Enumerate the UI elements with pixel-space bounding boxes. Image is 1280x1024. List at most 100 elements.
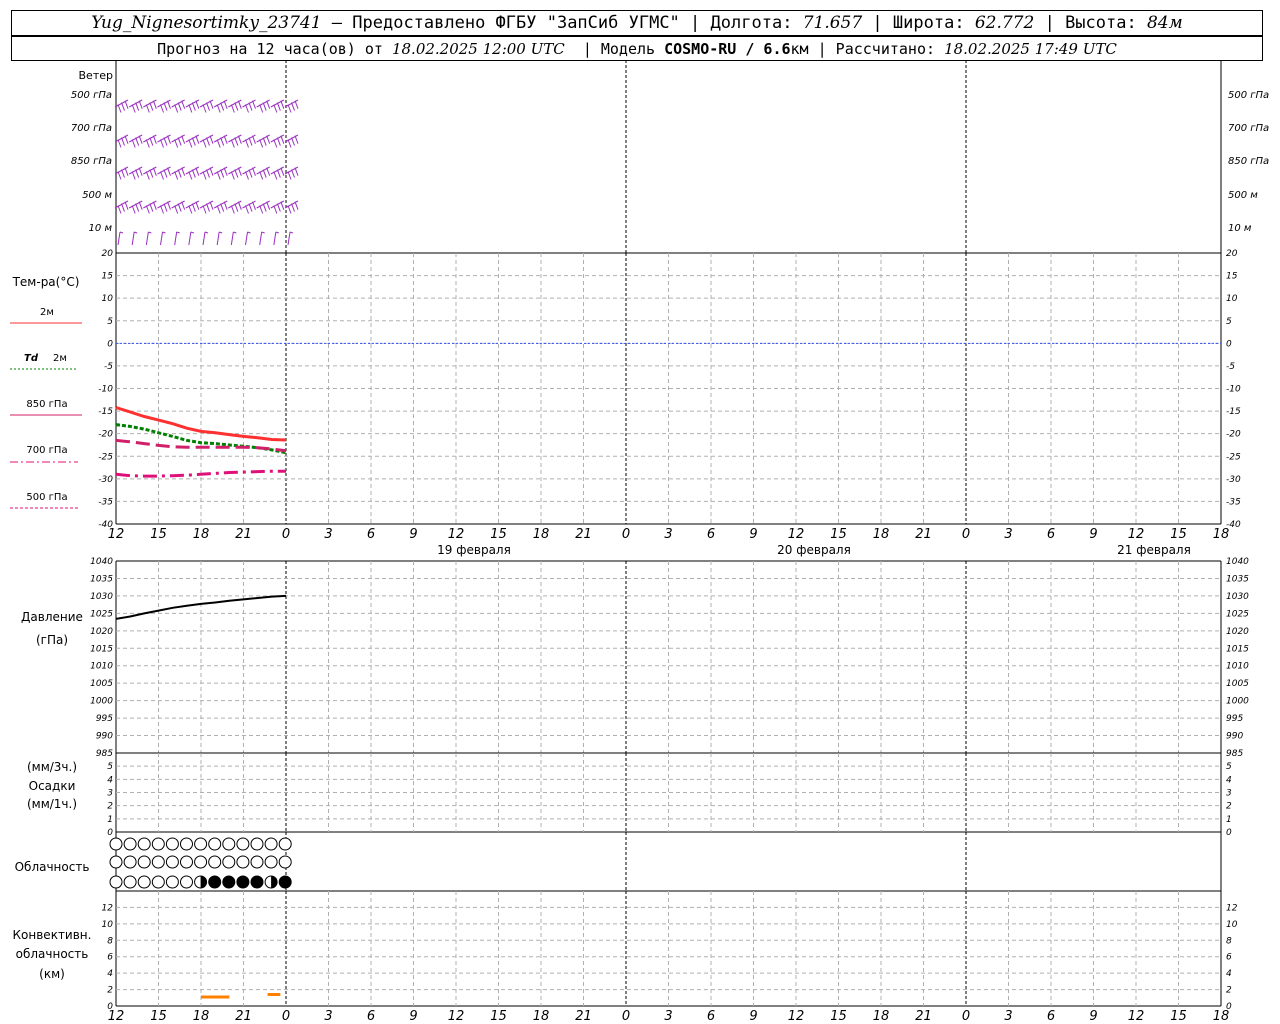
wind-level-label-right: 500 гПа bbox=[1228, 90, 1269, 101]
wind-barb-10m-feather bbox=[219, 231, 223, 234]
temp-ytick-right: 20 bbox=[1226, 249, 1238, 259]
wind-barb-feather bbox=[167, 135, 171, 144]
wind-barb-feather bbox=[220, 137, 225, 146]
wind-barb-feather bbox=[252, 100, 256, 109]
series-layer bbox=[109, 99, 1221, 999]
wind-barb-feather bbox=[245, 205, 249, 214]
wind-level-label-left: 500 м bbox=[82, 190, 112, 201]
wind-level-label-left: 500 гПа bbox=[71, 90, 112, 101]
x-tick-label: 0 bbox=[282, 527, 290, 542]
x-tick-label: 6 bbox=[367, 527, 375, 542]
wind-barb-feather bbox=[181, 100, 186, 109]
x-tick-label-bottom: 21 bbox=[235, 1009, 252, 1024]
wind-barb-feather bbox=[121, 203, 125, 212]
wind-barb-10m-feather bbox=[119, 231, 124, 234]
wind-barb-feather bbox=[131, 171, 136, 180]
cloud-symbol bbox=[165, 875, 179, 889]
x-tick-label-bottom: 0 bbox=[282, 1009, 290, 1024]
x-tick-label: 12 bbox=[448, 527, 465, 542]
wind-barb-feather bbox=[131, 139, 136, 148]
cloud-symbol bbox=[180, 855, 193, 869]
wind-barb-feather bbox=[195, 100, 200, 109]
temp-ytick-left: 10 bbox=[102, 294, 114, 304]
x-tick-label: 12 bbox=[788, 527, 805, 542]
wind-barb-feather bbox=[294, 167, 299, 176]
wind-level-label-right: 700 гПа bbox=[1228, 123, 1269, 134]
wind-barb-feather bbox=[202, 104, 207, 113]
wind-barb-feather bbox=[237, 201, 242, 210]
wind-barb-feather bbox=[273, 171, 278, 180]
x-tick-label: 21 bbox=[235, 527, 252, 542]
cloud-symbol bbox=[250, 875, 264, 889]
cloud-symbol bbox=[151, 855, 165, 869]
wind-barb-feather bbox=[245, 171, 249, 180]
cloud-symbol bbox=[208, 837, 222, 851]
legend-td2m-label: 2м bbox=[53, 353, 67, 364]
cloud-symbol bbox=[165, 855, 179, 869]
wind-barb-feather bbox=[291, 137, 295, 146]
wind-barb-feather bbox=[287, 205, 292, 214]
precip-ytick-left: 5 bbox=[107, 762, 113, 772]
wind-barb-feather bbox=[149, 137, 154, 146]
wind-barb-feather bbox=[216, 205, 221, 214]
wind-barb-feather bbox=[234, 137, 239, 146]
temp-ytick-right: -10 bbox=[1226, 385, 1241, 395]
pressure-unit: (гПа) bbox=[36, 633, 68, 647]
cloud-symbol bbox=[151, 837, 165, 851]
wind-barb-feather bbox=[124, 100, 129, 109]
pressure-ytick-right: 1010 bbox=[1226, 662, 1249, 672]
wind-barb-feather bbox=[117, 104, 122, 113]
x-tick-label: 18 bbox=[873, 527, 890, 542]
wind-barb-feather bbox=[145, 205, 150, 214]
wind-barb-feather bbox=[248, 169, 253, 178]
wind-barb-feather bbox=[195, 167, 200, 176]
wind-barb-10m-feather bbox=[148, 231, 152, 234]
temp-ytick-left: 20 bbox=[102, 249, 114, 259]
pressure-ytick-right: 1020 bbox=[1226, 627, 1249, 637]
conv-ytick-left: 4 bbox=[107, 969, 113, 979]
legend-td-label: Td bbox=[24, 353, 39, 364]
conv-title-2: облачность bbox=[16, 947, 89, 961]
wind-barb-feather bbox=[266, 167, 271, 176]
wind-barb-feather bbox=[220, 203, 225, 212]
precip-unit-3h: (мм/3ч.) bbox=[27, 760, 77, 774]
wind-barb-feather bbox=[294, 100, 299, 109]
wind-barb-feather bbox=[280, 135, 285, 144]
wind-barb-feather bbox=[202, 171, 207, 180]
conv-ytick-left: 12 bbox=[102, 903, 114, 913]
pressure-ytick-left: 1020 bbox=[90, 627, 113, 637]
x-tick-label: 15 bbox=[150, 527, 167, 542]
wind-barb-feather bbox=[245, 104, 249, 113]
wind-barb-feather bbox=[276, 137, 281, 146]
pressure-ytick-left: 1035 bbox=[90, 574, 113, 584]
cloud-symbol bbox=[222, 855, 236, 869]
wind-barb-feather bbox=[206, 203, 210, 212]
wind-barb-feather bbox=[149, 169, 154, 178]
wind-barb-feather bbox=[167, 100, 171, 109]
wind-barb-feather bbox=[138, 201, 143, 210]
wind-barb-feather bbox=[206, 169, 210, 178]
wind-barb-feather bbox=[163, 137, 168, 146]
wind-barb-feather bbox=[216, 139, 221, 148]
temp-title: Тем-ра(°C) bbox=[12, 275, 80, 289]
date-label-19: 19 февраля bbox=[437, 543, 511, 557]
wind-barb-feather bbox=[149, 102, 154, 111]
x-tick-label-bottom: 18 bbox=[533, 1009, 550, 1024]
wind-level-label-left: 850 гПа bbox=[71, 156, 112, 167]
wind-level-label-right: 10 м bbox=[1228, 223, 1252, 234]
wind-barb-feather bbox=[152, 135, 157, 144]
temp-ytick-right: 15 bbox=[1226, 272, 1238, 282]
wind-barb-feather bbox=[220, 102, 225, 111]
x-tick-label-bottom: 9 bbox=[409, 1009, 417, 1024]
conv-title-3: (км) bbox=[39, 967, 65, 981]
precip-ytick-left: 4 bbox=[107, 775, 113, 785]
temp-ytick-left: -25 bbox=[98, 452, 113, 462]
conv-ytick-left: 8 bbox=[107, 936, 113, 946]
wind-barb-feather bbox=[223, 201, 228, 210]
x-tick-label: 6 bbox=[1047, 527, 1055, 542]
conv-ytick-right: 8 bbox=[1226, 936, 1232, 946]
wind-barb-feather bbox=[131, 104, 136, 113]
conv-ytick-right: 6 bbox=[1226, 953, 1232, 963]
precip-unit-1h: (мм/1ч.) bbox=[27, 797, 77, 811]
cloud-symbol bbox=[194, 855, 208, 869]
